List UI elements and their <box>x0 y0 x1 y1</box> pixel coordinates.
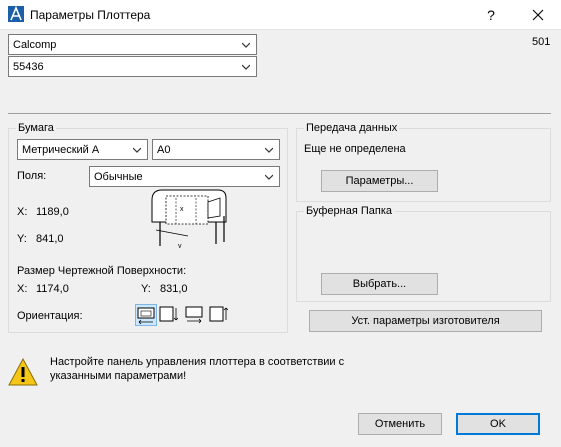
archicad-app-icon <box>8 6 24 22</box>
area-y-label: Y: <box>141 283 151 295</box>
paper-format-system-select[interactable]: Метрический A <box>17 139 148 160</box>
chevron-down-icon <box>242 42 250 48</box>
chevron-down-icon <box>265 147 273 153</box>
orientation-option-2[interactable] <box>158 304 180 326</box>
plotter-model-select[interactable]: Calcomp <box>8 34 257 55</box>
chevron-down-icon <box>265 174 273 180</box>
orientation-option-3[interactable] <box>184 304 206 326</box>
ok-button[interactable]: OK <box>456 413 540 435</box>
margins-select[interactable]: Обычные <box>89 166 280 187</box>
chevron-down-icon <box>133 147 141 153</box>
warning-icon <box>8 358 38 386</box>
orientation-option-4[interactable] <box>208 304 230 326</box>
paper-format-size-select[interactable]: A0 <box>152 139 280 160</box>
paper-group-title: Бумага <box>16 122 56 134</box>
plotter-submodel-select[interactable]: 55436 <box>8 56 257 77</box>
orientation-label: Ориентация: <box>17 310 83 322</box>
area-x-label: X: <box>17 283 28 295</box>
window-title: Параметры Плоттера <box>30 8 151 22</box>
plotter-model-value: Calcomp <box>13 38 57 51</box>
warning-text-line1: Настройте панель управления плоттера в с… <box>50 356 345 368</box>
manufacturer-settings-button[interactable]: Уст. параметры изготовителя <box>309 310 542 332</box>
plotter-illustration: y x <box>151 189 227 248</box>
paper-x-label: X: <box>17 206 28 218</box>
area-y-value: 831,0 <box>160 283 188 295</box>
margins-label: Поля: <box>17 170 47 182</box>
svg-text:x: x <box>180 206 184 213</box>
plotter-orientation-icon <box>185 306 203 324</box>
orientation-option-1[interactable] <box>135 304 157 326</box>
buffer-select-button[interactable]: Выбрать... <box>321 273 438 295</box>
plotter-code: 501 <box>532 36 551 48</box>
plotter-orientation-icon <box>137 307 155 325</box>
drawing-area-label: Размер Чертежной Поверхности: <box>17 265 187 277</box>
plotter-submodel-value: 55436 <box>13 60 44 73</box>
paper-x-value: 1189,0 <box>36 206 69 218</box>
separator <box>8 113 551 114</box>
help-button[interactable]: ? <box>468 0 514 30</box>
warning-text-line2: указанными параметрами! <box>50 370 187 382</box>
margins-value: Обычные <box>94 170 143 183</box>
close-icon <box>532 9 544 21</box>
svg-text:y: y <box>178 243 182 248</box>
paper-y-value: 841,0 <box>36 233 64 245</box>
transfer-group-title: Передача данных <box>304 122 400 134</box>
area-x-value: 1174,0 <box>36 283 69 295</box>
cancel-button[interactable]: Отменить <box>358 413 442 435</box>
transfer-params-button[interactable]: Параметры... <box>321 170 438 192</box>
plotter-orientation-icon <box>159 306 179 322</box>
transfer-status: Еще не определена <box>304 143 406 155</box>
paper-y-label: Y: <box>17 233 27 245</box>
buffer-group-title: Буферная Папка <box>304 205 394 217</box>
plotter-orientation-icon <box>209 306 229 322</box>
close-button[interactable] <box>515 0 561 30</box>
paper-format-system-value: Метрический A <box>22 143 100 156</box>
chevron-down-icon <box>242 64 250 70</box>
paper-format-size-value: A0 <box>157 143 171 156</box>
